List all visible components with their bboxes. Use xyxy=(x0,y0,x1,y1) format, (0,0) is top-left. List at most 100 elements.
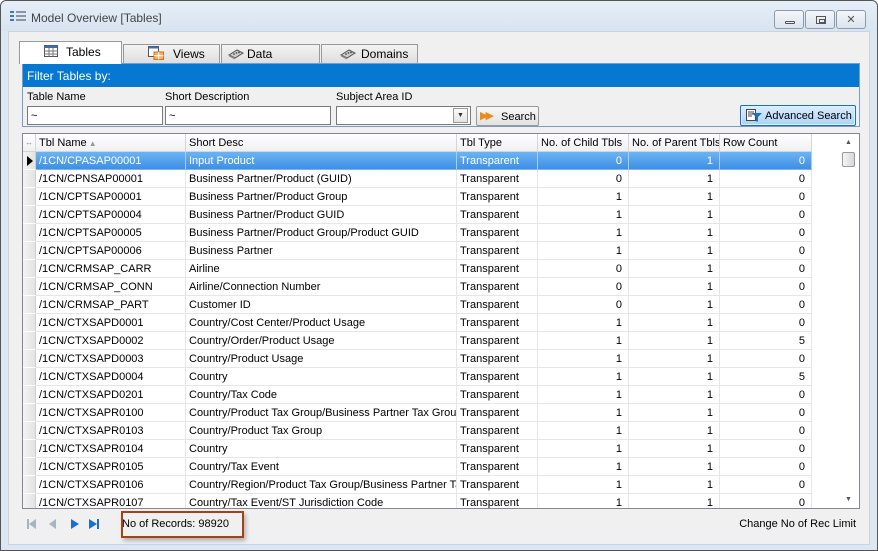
cell-short-desc[interactable]: Airline xyxy=(186,260,457,278)
cell-row-count[interactable]: 0 xyxy=(720,458,812,476)
cell-tbl-name[interactable]: /1CN/CTXSAPR0106 xyxy=(36,476,186,494)
table-row[interactable]: /1CN/CRMSAP_PART Customer ID Transparent 0 1… xyxy=(23,296,812,314)
cell-parent-tbls[interactable]: 1 xyxy=(629,170,720,188)
cell-parent-tbls[interactable]: 1 xyxy=(629,278,720,296)
cell-tbl-name[interactable]: /1CN/CPTSAP00005 xyxy=(36,224,186,242)
cell-short-desc[interactable]: Country/Region/Product Tax Group/Busines… xyxy=(186,476,457,494)
table-row[interactable]: /1CN/CTXSAPR0103 Country/Product Tax Grou… xyxy=(23,422,812,440)
cell-tbl-type[interactable]: Transparent xyxy=(457,440,538,458)
cell-tbl-type[interactable]: Transparent xyxy=(457,152,538,170)
cell-row-count[interactable]: 0 xyxy=(720,494,812,508)
cell-child-tbls[interactable]: 1 xyxy=(538,188,629,206)
cell-short-desc[interactable]: Business Partner/Product (GUID) xyxy=(186,170,457,188)
change-record-limit-link[interactable]: Change No of Rec Limit xyxy=(739,518,856,530)
table-row[interactable]: /1CN/CTXSAPR0107 Country/Tax Event/ST Jur… xyxy=(23,494,812,508)
row-selector[interactable] xyxy=(23,170,36,188)
cell-child-tbls[interactable]: 1 xyxy=(538,350,629,368)
cell-parent-tbls[interactable]: 1 xyxy=(629,350,720,368)
cell-short-desc[interactable]: Customer ID xyxy=(186,296,457,314)
row-selector[interactable] xyxy=(23,206,36,224)
search-button[interactable]: ▶▶ Search xyxy=(476,106,539,126)
cell-tbl-name[interactable]: /1CN/CTXSAPD0001 xyxy=(36,314,186,332)
cell-tbl-name[interactable]: /1CN/CPNSAP00001 xyxy=(36,170,186,188)
cell-short-desc[interactable]: Country/Tax Event xyxy=(186,458,457,476)
cell-parent-tbls[interactable]: 1 xyxy=(629,494,720,508)
cell-short-desc[interactable]: Country/Product Usage xyxy=(186,350,457,368)
table-name-input[interactable] xyxy=(27,106,163,125)
cell-child-tbls[interactable]: 1 xyxy=(538,458,629,476)
cell-tbl-type[interactable]: Transparent xyxy=(457,206,538,224)
cell-row-count[interactable]: 0 xyxy=(720,242,812,260)
cell-tbl-type[interactable]: Transparent xyxy=(457,386,538,404)
cell-tbl-name[interactable]: /1CN/CTXSAPR0105 xyxy=(36,458,186,476)
advanced-search-button[interactable]: Advanced Search xyxy=(740,105,856,126)
row-selector[interactable] xyxy=(23,458,36,476)
cell-row-count[interactable]: 0 xyxy=(720,152,812,170)
cell-child-tbls[interactable]: 1 xyxy=(538,314,629,332)
cell-row-count[interactable]: 0 xyxy=(720,476,812,494)
cell-tbl-type[interactable]: Transparent xyxy=(457,314,538,332)
cell-row-count[interactable]: 0 xyxy=(720,260,812,278)
cell-tbl-type[interactable]: Transparent xyxy=(457,170,538,188)
scroll-up-icon[interactable]: ▲ xyxy=(840,134,857,151)
cell-child-tbls[interactable]: 1 xyxy=(538,404,629,422)
cell-row-count[interactable]: 0 xyxy=(720,440,812,458)
table-row[interactable]: /1CN/CPTSAP00006 Business Partner Transpar… xyxy=(23,242,812,260)
table-row[interactable]: /1CN/CTXSAPR0104 Country Transparent 1 1 0 xyxy=(23,440,812,458)
cell-tbl-type[interactable]: Transparent xyxy=(457,350,538,368)
cell-tbl-name[interactable]: /1CN/CRMSAP_CARR xyxy=(36,260,186,278)
first-record-button[interactable] xyxy=(26,516,40,532)
title-bar[interactable]: Model Overview [Tables] ✕ xyxy=(1,1,877,31)
cell-tbl-name[interactable]: /1CN/CRMSAP_CONN xyxy=(36,278,186,296)
table-row[interactable]: /1CN/CTXSAPD0002 Country/Order/Product Us… xyxy=(23,332,812,350)
column-header-tbl-type[interactable]: Tbl Type xyxy=(457,134,538,152)
row-selector[interactable] xyxy=(23,296,36,314)
cell-child-tbls[interactable]: 1 xyxy=(538,422,629,440)
last-record-button[interactable] xyxy=(87,516,101,532)
subject-area-dropdown-button[interactable]: ▼ xyxy=(453,108,468,123)
vertical-scrollbar[interactable]: ▲ ▼ xyxy=(840,134,857,508)
cell-short-desc[interactable]: Country xyxy=(186,368,457,386)
next-record-button[interactable] xyxy=(67,516,81,532)
close-button[interactable]: ✕ xyxy=(836,10,866,29)
row-selector[interactable] xyxy=(23,260,36,278)
row-selector[interactable] xyxy=(23,440,36,458)
cell-child-tbls[interactable]: 1 xyxy=(538,494,629,508)
cell-parent-tbls[interactable]: 1 xyxy=(629,296,720,314)
cell-short-desc[interactable]: Country/Product Tax Group xyxy=(186,422,457,440)
table-row[interactable]: /1CN/CPTSAP00004 Business Partner/Product… xyxy=(23,206,812,224)
cell-parent-tbls[interactable]: 1 xyxy=(629,476,720,494)
column-header-tbl-name[interactable]: Tbl Name ▲ xyxy=(36,134,186,152)
cell-child-tbls[interactable]: 0 xyxy=(538,152,629,170)
cell-row-count[interactable]: 0 xyxy=(720,296,812,314)
column-header-parent-tbls[interactable]: No. of Parent Tbls xyxy=(629,134,720,152)
short-description-input[interactable] xyxy=(165,106,331,125)
cell-tbl-type[interactable]: Transparent xyxy=(457,404,538,422)
previous-record-button[interactable] xyxy=(46,516,60,532)
tab-tables[interactable]: Tables xyxy=(19,41,122,64)
cell-tbl-type[interactable]: Transparent xyxy=(457,224,538,242)
row-selector[interactable] xyxy=(23,242,36,260)
cell-tbl-name[interactable]: /1CN/CTXSAPD0003 xyxy=(36,350,186,368)
table-row[interactable]: /1CN/CTXSAPD0004 Country Transparent 1 1 5 xyxy=(23,368,812,386)
cell-tbl-name[interactable]: /1CN/CTXSAPD0002 xyxy=(36,332,186,350)
column-header-row-count[interactable]: Row Count xyxy=(720,134,812,152)
table-row[interactable]: /1CN/CTXSAPD0201 Country/Tax Code Transpar… xyxy=(23,386,812,404)
cell-tbl-type[interactable]: Transparent xyxy=(457,188,538,206)
cell-tbl-name[interactable]: /1CN/CRMSAP_PART xyxy=(36,296,186,314)
cell-tbl-name[interactable]: /1CN/CTXSAPD0004 xyxy=(36,368,186,386)
tab-domains[interactable]: Domains xyxy=(321,44,418,63)
row-selector[interactable] xyxy=(23,152,36,170)
table-row[interactable]: /1CN/CPTSAP00001 Business Partner/Product… xyxy=(23,188,812,206)
cell-tbl-type[interactable]: Transparent xyxy=(457,476,538,494)
cell-child-tbls[interactable]: 0 xyxy=(538,278,629,296)
cell-child-tbls[interactable]: 0 xyxy=(538,170,629,188)
cell-tbl-type[interactable]: Transparent xyxy=(457,242,538,260)
table-row[interactable]: /1CN/CTXSAPR0100 Country/Product Tax Grou… xyxy=(23,404,812,422)
cell-parent-tbls[interactable]: 1 xyxy=(629,260,720,278)
cell-tbl-name[interactable]: /1CN/CTXSAPR0100 xyxy=(36,404,186,422)
cell-child-tbls[interactable]: 1 xyxy=(538,242,629,260)
cell-row-count[interactable]: 0 xyxy=(720,422,812,440)
cell-tbl-type[interactable]: Transparent xyxy=(457,296,538,314)
cell-short-desc[interactable]: Country/Tax Code xyxy=(186,386,457,404)
